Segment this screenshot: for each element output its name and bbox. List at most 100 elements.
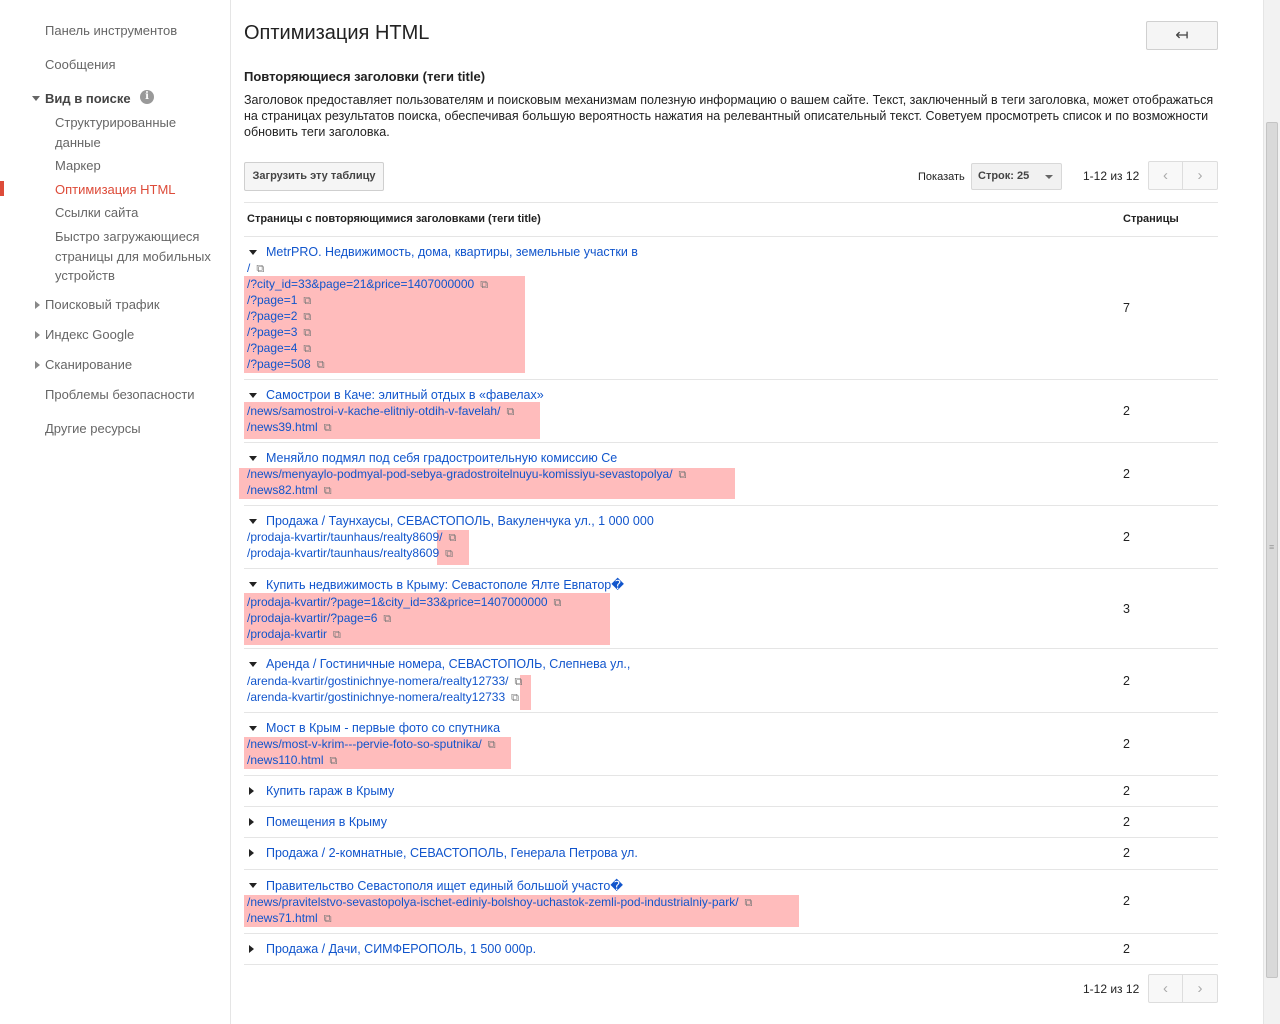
external-link-icon[interactable]: ⧉ [324, 485, 332, 498]
prev-page-button-bottom[interactable]: ‹ [1148, 974, 1183, 1003]
url-link[interactable]: /news/menyaylo-podmyal-pod-sebya-gradost… [247, 467, 686, 482]
sidebar-item-crawl[interactable]: Сканирование [45, 357, 132, 372]
url-link[interactable]: /news82.html ⧉ [247, 483, 332, 498]
url-link[interactable]: /arenda-kvartir/gostinichnye-nomera/real… [247, 690, 519, 705]
url-text[interactable]: /news39.html [247, 420, 318, 434]
collapse-toggle-icon[interactable] [249, 456, 257, 461]
url-link[interactable]: /news/pravitelstvo-sevastopolya-ischet-e… [247, 895, 752, 910]
sidebar-item-search-traffic[interactable]: Поисковый трафик [45, 297, 160, 312]
url-link[interactable]: / ⧉ [247, 261, 264, 276]
url-link[interactable]: /news110.html ⧉ [247, 753, 337, 768]
url-text[interactable]: /news71.html [247, 911, 318, 925]
url-link[interactable]: /?page=1 ⧉ [247, 293, 311, 308]
external-link-icon[interactable]: ⧉ [324, 422, 332, 435]
sidebar-item-html-improvements[interactable]: Оптимизация HTML [55, 182, 176, 197]
collapse-toggle-icon[interactable] [249, 883, 257, 888]
url-link[interactable]: /prodaja-kvartir/taunhaus/realty8609/ ⧉ [247, 530, 456, 545]
url-link[interactable]: /?city_id=33&page=21&price=1407000000 ⧉ [247, 277, 488, 292]
url-link[interactable]: /prodaja-kvartir/taunhaus/realty8609 ⧉ [247, 546, 453, 561]
expand-toggle-icon[interactable] [249, 849, 254, 857]
url-text[interactable]: /news82.html [247, 483, 318, 497]
collapse-toggle-icon[interactable] [249, 250, 257, 255]
sidebar-item-data-highlighter[interactable]: Маркер [55, 158, 101, 173]
collapse-toggle-icon[interactable] [249, 519, 257, 524]
prev-page-button[interactable]: ‹ [1148, 161, 1183, 190]
url-text[interactable]: /prodaja-kvartir/taunhaus/realty8609 [247, 546, 439, 560]
row-title[interactable]: Правительство Севастополя ищет единый бо… [266, 878, 623, 893]
url-link[interactable]: /arenda-kvartir/gostinichnye-nomera/real… [247, 674, 522, 689]
sidebar-item-messages[interactable]: Сообщения [45, 57, 116, 72]
external-link-icon[interactable]: ⧉ [511, 692, 519, 705]
scrollbar-thumb[interactable]: ≡ [1266, 122, 1278, 978]
collapse-toggle-icon[interactable] [249, 726, 257, 731]
external-link-icon[interactable]: ⧉ [256, 263, 264, 276]
external-link-icon[interactable]: ⧉ [303, 295, 311, 308]
row-title[interactable]: Помещения в Крыму [266, 815, 387, 829]
scrollbar[interactable]: ≡ [1263, 0, 1280, 1024]
collapse-toggle-icon[interactable] [249, 582, 257, 587]
external-link-icon[interactable]: ⧉ [317, 359, 325, 372]
url-text[interactable]: /?page=508 [247, 357, 311, 371]
url-text[interactable]: /news/most-v-krim---pervie-foto-so-sputn… [247, 737, 482, 751]
url-text[interactable]: /news/menyaylo-podmyal-pod-sebya-gradost… [247, 467, 673, 481]
url-text[interactable]: /prodaja-kvartir/?page=1&city_id=33&pric… [247, 595, 548, 609]
expand-toggle-icon[interactable] [249, 787, 254, 795]
row-title[interactable]: Мост в Крым - первые фото со спутника [266, 721, 500, 735]
url-text[interactable]: /news/pravitelstvo-sevastopolya-ischet-e… [247, 895, 739, 909]
expand-toggle-icon[interactable] [249, 945, 254, 953]
url-text[interactable]: /prodaja-kvartir/?page=6 [247, 611, 377, 625]
url-text[interactable]: /arenda-kvartir/gostinichnye-nomera/real… [247, 690, 505, 704]
external-link-icon[interactable]: ⧉ [445, 548, 453, 561]
url-link[interactable]: /prodaja-kvartir ⧉ [247, 627, 341, 642]
row-title[interactable]: Купить недвижимость в Крыму: Севастополе… [266, 577, 624, 592]
external-link-icon[interactable]: ⧉ [679, 469, 687, 482]
next-page-button-bottom[interactable]: › [1183, 974, 1218, 1003]
row-title[interactable]: Продажа / Таунхаусы, СЕВАСТОПОЛЬ, Вакуле… [266, 514, 654, 528]
row-title[interactable]: Купить гараж в Крыму [266, 784, 394, 798]
next-page-button[interactable]: › [1183, 161, 1218, 190]
external-link-icon[interactable]: ⧉ [488, 739, 496, 752]
url-text[interactable]: /?page=2 [247, 309, 297, 323]
sidebar-item-amp[interactable]: Быстро загружающиеся страницы для мобиль… [55, 227, 225, 286]
url-text[interactable]: /arenda-kvartir/gostinichnye-nomera/real… [247, 674, 508, 688]
info-icon[interactable]: i [140, 90, 154, 104]
external-link-icon[interactable]: ⧉ [448, 532, 456, 545]
external-link-icon[interactable]: ⧉ [506, 406, 514, 419]
external-link-icon[interactable]: ⧉ [324, 913, 332, 926]
url-link[interactable]: /prodaja-kvartir/?page=1&city_id=33&pric… [247, 595, 561, 610]
sidebar-item-other-resources[interactable]: Другие ресурсы [45, 421, 141, 436]
sidebar-item-structured-data[interactable]: Структурированные данные [55, 113, 225, 152]
sidebar-item-security-issues[interactable]: Проблемы безопасности [45, 387, 195, 402]
url-link[interactable]: /?page=508 ⧉ [247, 357, 325, 372]
sidebar-item-google-index[interactable]: Индекс Google [45, 327, 134, 342]
external-link-icon[interactable]: ⧉ [383, 613, 391, 626]
url-text[interactable]: /?city_id=33&page=21&price=1407000000 [247, 277, 474, 291]
url-text[interactable]: / [247, 261, 250, 275]
url-link[interactable]: /news39.html ⧉ [247, 420, 332, 435]
url-link[interactable]: /?page=3 ⧉ [247, 325, 311, 340]
url-link[interactable]: /?page=4 ⧉ [247, 341, 311, 356]
url-text[interactable]: /news/samostroi-v-kache-elitniy-otdih-v-… [247, 404, 500, 418]
url-link[interactable]: /news71.html ⧉ [247, 911, 332, 926]
external-link-icon[interactable]: ⧉ [303, 343, 311, 356]
row-title[interactable]: Аренда / Гостиничные номера, СЕВАСТОПОЛЬ… [266, 657, 630, 671]
expand-toggle-icon[interactable] [249, 818, 254, 826]
rows-per-page-select[interactable]: Строк: 25 [971, 163, 1062, 190]
collapse-toggle-icon[interactable] [249, 393, 257, 398]
external-link-icon[interactable]: ⧉ [333, 629, 341, 642]
url-link[interactable]: /prodaja-kvartir/?page=6 ⧉ [247, 611, 391, 626]
back-button[interactable]: ↤ [1146, 21, 1218, 50]
external-link-icon[interactable]: ⧉ [303, 327, 311, 340]
external-link-icon[interactable]: ⧉ [745, 897, 753, 910]
sidebar-item-sitelinks[interactable]: Ссылки сайта [55, 205, 138, 220]
url-text[interactable]: /prodaja-kvartir [247, 627, 327, 641]
download-table-button[interactable]: Загрузить эту таблицу [244, 162, 384, 191]
url-text[interactable]: /?page=3 [247, 325, 297, 339]
sidebar-item-dashboard[interactable]: Панель инструментов [45, 23, 177, 38]
row-title[interactable]: Продажа / Дачи, СИМФЕРОПОЛЬ, 1 500 000р. [266, 942, 536, 956]
external-link-icon[interactable]: ⧉ [554, 597, 562, 610]
url-text[interactable]: /?page=4 [247, 341, 297, 355]
url-text[interactable]: /news110.html [247, 753, 323, 767]
row-title[interactable]: Меняйло подмял под себя градостроительну… [266, 451, 617, 465]
collapse-toggle-icon[interactable] [249, 662, 257, 667]
